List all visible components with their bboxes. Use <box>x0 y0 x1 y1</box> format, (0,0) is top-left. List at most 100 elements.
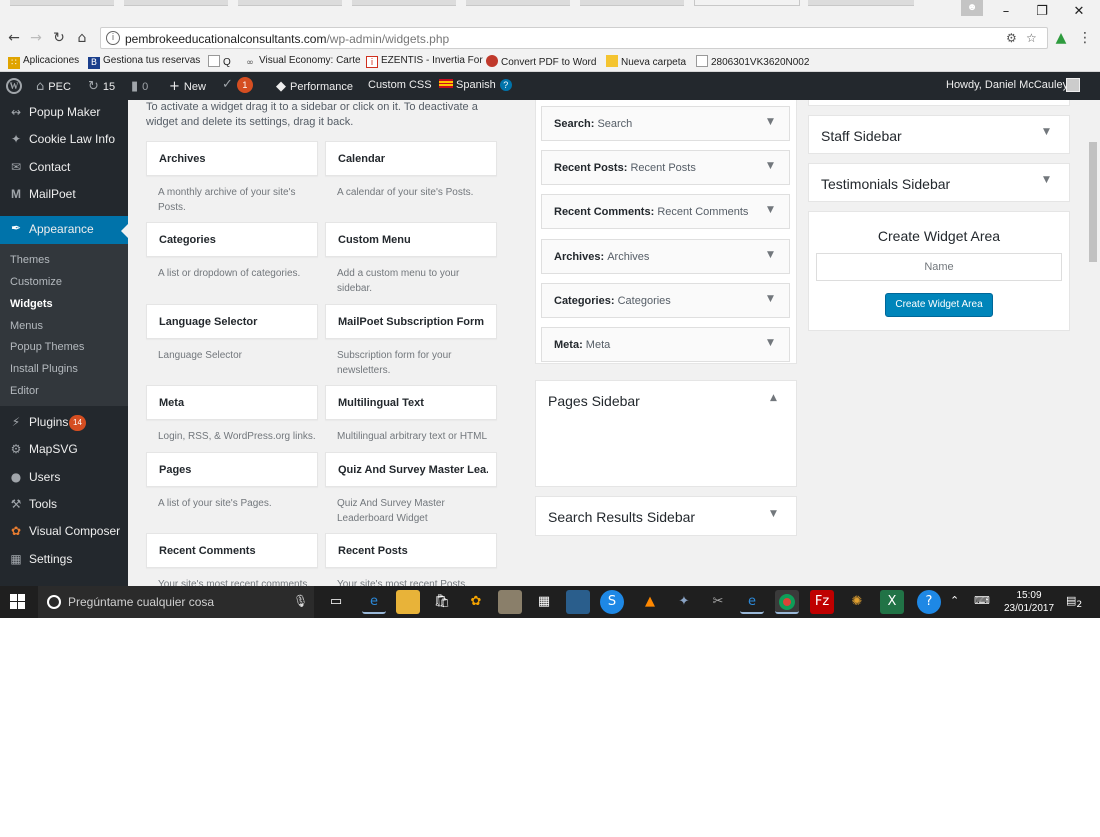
submenu-menus[interactable]: Menus <box>10 320 43 332</box>
snipping-tool-icon[interactable]: ✂ <box>706 590 730 614</box>
bookmark-convert-pdf[interactable]: Convert PDF to Word <box>486 55 596 68</box>
available-widget-recent-comments[interactable]: Recent Comments <box>146 533 318 568</box>
language-menu[interactable]: Spanish? <box>439 79 512 91</box>
chevron-up-icon[interactable]: ▲ <box>770 393 777 403</box>
skype-icon[interactable]: S <box>600 590 624 614</box>
submenu-popup-themes[interactable]: Popup Themes <box>10 341 84 353</box>
available-widget-mailpoet-subscription-form[interactable]: MailPoet Subscription Form <box>325 304 497 339</box>
file-explorer-icon[interactable] <box>396 590 420 614</box>
bookmark-ezentis[interactable]: i EZENTIS - Invertia For <box>366 55 483 68</box>
vlc-icon[interactable]: ▲ <box>638 590 662 614</box>
page-scrollbar[interactable] <box>1086 100 1100 586</box>
my-account-menu[interactable]: Howdy, Daniel McCauley <box>946 79 1068 91</box>
custom-css-menu[interactable]: Custom CSS <box>368 79 432 91</box>
updates-menu[interactable]: ↻ 15 <box>88 79 115 94</box>
chevron-down-icon[interactable]: ▼ <box>1043 175 1050 185</box>
sidebar-widget-recent-posts[interactable]: Recent Posts: Recent Posts ▼ <box>541 150 790 185</box>
chrome-menu-icon[interactable]: ⋮ <box>1076 28 1094 48</box>
available-widget-recent-posts[interactable]: Recent Posts <box>325 533 497 568</box>
bookmark-visual-economy[interactable]: ∞ Visual Economy: Carte <box>244 55 360 69</box>
chevron-down-icon[interactable]: ▼ <box>770 509 777 519</box>
sidebar-widget-meta[interactable]: Meta: Meta ▼ <box>541 327 790 362</box>
menu-item-users[interactable]: ● Users <box>0 465 128 491</box>
submenu-install-plugins[interactable]: Install Plugins <box>10 363 78 375</box>
picasa-icon[interactable]: ✿ <box>464 590 488 614</box>
available-widget-quiz-survey-master[interactable]: Quiz And Survey Master Lea... <box>325 452 497 487</box>
close-icon[interactable]: ✕ <box>1069 4 1089 20</box>
home-icon[interactable]: ⌂ <box>73 28 91 48</box>
widget-area-name-input[interactable] <box>816 253 1062 281</box>
bookmark-aplicaciones[interactable]: ∷ Aplicaciones <box>8 55 79 69</box>
cortana-search-box[interactable]: Pregúntame cualquier cosa 🎙 <box>38 586 314 618</box>
menu-item-visual-composer[interactable]: ✿ Visual Composer <box>0 519 128 545</box>
profile-icon[interactable]: ☻ <box>961 0 983 16</box>
scrollbar-thumb[interactable] <box>1089 142 1097 262</box>
image-viewer-icon[interactable] <box>566 590 590 614</box>
keyboard-icon[interactable]: ⌨ <box>974 594 990 607</box>
chrome-icon[interactable] <box>775 590 799 614</box>
site-name-menu[interactable]: ⌂ PEC <box>36 79 71 94</box>
available-widget-custom-menu[interactable]: Custom Menu <box>325 222 497 257</box>
notification-center-icon[interactable]: ▤2 <box>1066 594 1082 610</box>
available-widget-calendar[interactable]: Calendar <box>325 141 497 176</box>
pages-sidebar[interactable]: Pages Sidebar ▲ <box>535 380 797 487</box>
menu-item-plugins[interactable]: ⚡ Plugins 14 <box>0 410 128 436</box>
chevron-down-icon[interactable]: ▼ <box>767 294 774 304</box>
bookmark-star-icon[interactable]: ☆ <box>1026 31 1037 45</box>
submenu-customize[interactable]: Customize <box>10 276 62 288</box>
calculator-icon[interactable]: ▦ <box>532 590 556 614</box>
browser-tab[interactable] <box>238 0 342 6</box>
chevron-down-icon[interactable]: ▼ <box>767 250 774 260</box>
wordpress-logo-icon[interactable]: W <box>6 78 22 94</box>
available-widget-meta[interactable]: Meta <box>146 385 318 420</box>
settings-wheel-icon[interactable]: ✺ <box>845 590 869 614</box>
minimize-icon[interactable]: – <box>996 4 1016 20</box>
bookmark-nueva-carpeta[interactable]: Nueva carpeta <box>606 55 686 68</box>
forward-icon[interactable]: → <box>27 28 45 48</box>
avatar[interactable] <box>1066 78 1080 92</box>
excel-icon[interactable]: X <box>880 590 904 614</box>
menu-item-mapsvg[interactable]: ⚙ MapSVG <box>0 437 128 463</box>
thunderbird-icon[interactable]: ✦ <box>672 590 696 614</box>
menu-item-appearance[interactable]: ✒ Appearance <box>0 216 128 244</box>
show-hidden-icons-icon[interactable]: ⌃ <box>950 594 959 607</box>
browser-tab[interactable] <box>580 0 684 6</box>
chevron-down-icon[interactable]: ▼ <box>767 205 774 215</box>
sidebar-widget-search[interactable]: Search: Search ▼ <box>541 106 790 141</box>
site-info-icon[interactable]: i <box>106 31 120 45</box>
available-widget-language-selector[interactable]: Language Selector <box>146 304 318 339</box>
browser-tab[interactable] <box>808 0 914 6</box>
submenu-themes[interactable]: Themes <box>10 254 50 266</box>
yoast-menu[interactable]: ✓ 1 <box>222 77 253 93</box>
filezilla-icon[interactable]: Fz <box>810 590 834 614</box>
submenu-editor[interactable]: Editor <box>10 385 39 397</box>
menu-item-mailpoet[interactable]: M MailPoet <box>0 182 128 208</box>
taskbar-clock[interactable]: 15:09 23/01/2017 <box>1004 589 1054 615</box>
browser-tab-active[interactable] <box>694 0 800 6</box>
edge-icon[interactable]: e <box>362 590 386 614</box>
browser-tab[interactable] <box>10 0 114 6</box>
available-widget-categories[interactable]: Categories <box>146 222 318 257</box>
browser-tab[interactable] <box>352 0 456 6</box>
menu-item-cookie-law-info[interactable]: ✦ Cookie Law Info <box>0 127 128 153</box>
url-text[interactable]: pembrokeeducationalconsultants.com/wp-ad… <box>125 32 449 46</box>
help-icon[interactable]: ? <box>499 79 512 91</box>
chevron-down-icon[interactable]: ▼ <box>767 161 774 171</box>
chevron-down-icon[interactable]: ▼ <box>767 338 774 348</box>
bookmark-2806301[interactable]: 2806301VK3620N002 <box>696 55 809 68</box>
bookmark-gestiona-reservas[interactable]: B Gestiona tus reservas <box>88 55 200 69</box>
internet-explorer-icon[interactable]: e <box>740 590 764 614</box>
address-bar[interactable]: i pembrokeeducationalconsultants.com/wp-… <box>100 27 1048 49</box>
sidebar-widget-archives[interactable]: Archives: Archives ▼ <box>541 239 790 274</box>
help-icon[interactable]: ? <box>917 590 941 614</box>
performance-menu[interactable]: ◆ Performance <box>276 79 353 94</box>
back-icon[interactable]: ← <box>5 28 23 48</box>
extension-icon[interactable]: ▲ <box>1052 28 1070 48</box>
restore-icon[interactable]: ❐ <box>1032 4 1052 20</box>
sidebar-widget-recent-comments[interactable]: Recent Comments: Recent Comments ▼ <box>541 194 790 229</box>
chevron-down-icon[interactable]: ▼ <box>1043 127 1050 137</box>
notepad-icon[interactable] <box>498 590 522 614</box>
sidebar-widget-categories[interactable]: Categories: Categories ▼ <box>541 283 790 318</box>
new-content-menu[interactable]: + New <box>169 79 206 94</box>
chevron-down-icon[interactable]: ▼ <box>767 117 774 127</box>
